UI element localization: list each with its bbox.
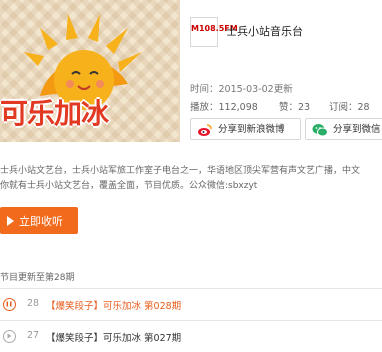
episode-tag: 【爆笑段子】 (46, 301, 104, 312)
play-icon (7, 216, 14, 226)
listen-now-label: 立即收听 (19, 215, 63, 228)
episode-name: 可乐加冰 第027期 (103, 333, 182, 344)
share-wechat-label: 分享到微信 (333, 124, 381, 135)
episode-number: 28 (27, 298, 40, 309)
playing-icon[interactable] (3, 298, 16, 311)
list-divider (0, 288, 382, 289)
wechat-icon (312, 124, 328, 137)
play-count: 播放：112,098 (190, 102, 258, 113)
station-title[interactable]: 士兵小站音乐台 (226, 23, 303, 39)
description-line-1: 士兵小站文艺台，士兵小站军旅工作室子电台之一，华语地区顶尖军营有声文艺广播，中文 (0, 166, 361, 176)
row-divider (0, 320, 382, 321)
update-note: 节目更新至第28期 (0, 273, 75, 283)
share-weibo-label: 分享到新浪微博 (218, 124, 285, 135)
weibo-icon (198, 124, 212, 136)
station-description: 士兵小站文艺台，士兵小站军旅工作室子电台之一，华语地区顶尖军营有声文艺广播，中文… (0, 164, 382, 194)
episode-tag: 【爆笑段子】 (46, 333, 104, 344)
episode-row-28[interactable]: 28 【爆笑段子】可乐加冰 第028期 (0, 292, 382, 320)
episode-title[interactable]: 【爆笑段子】可乐加冰 第027期 (46, 330, 181, 344)
episode-number: 27 (27, 330, 40, 341)
description-line-2: 你就有士兵小站文艺台，覆盖全面，节目优质。公众微信:sbxzyt (0, 181, 258, 191)
station-logo-text: M108.5FM (191, 24, 238, 33)
share-wechat-button[interactable]: 分享到微信 (305, 118, 382, 140)
share-weibo-button[interactable]: 分享到新浪微博 (190, 118, 301, 140)
play-circle-icon[interactable] (3, 330, 16, 343)
like-count: 赞：23 (279, 102, 311, 113)
update-time: 时间：2015-03-02更新 (190, 84, 293, 95)
station-logo: M108.5FM (190, 17, 238, 47)
episode-name: 可乐加冰 第028期 (103, 301, 182, 312)
subscribe-count: 订阅：28 (329, 102, 370, 113)
listen-now-button[interactable]: 立即收听 (0, 207, 78, 234)
cover-image: 可乐加冰 (0, 0, 180, 142)
episode-title[interactable]: 【爆笑段子】可乐加冰 第028期 (46, 298, 181, 312)
cover-logo-text: 可乐加冰 (0, 97, 109, 130)
